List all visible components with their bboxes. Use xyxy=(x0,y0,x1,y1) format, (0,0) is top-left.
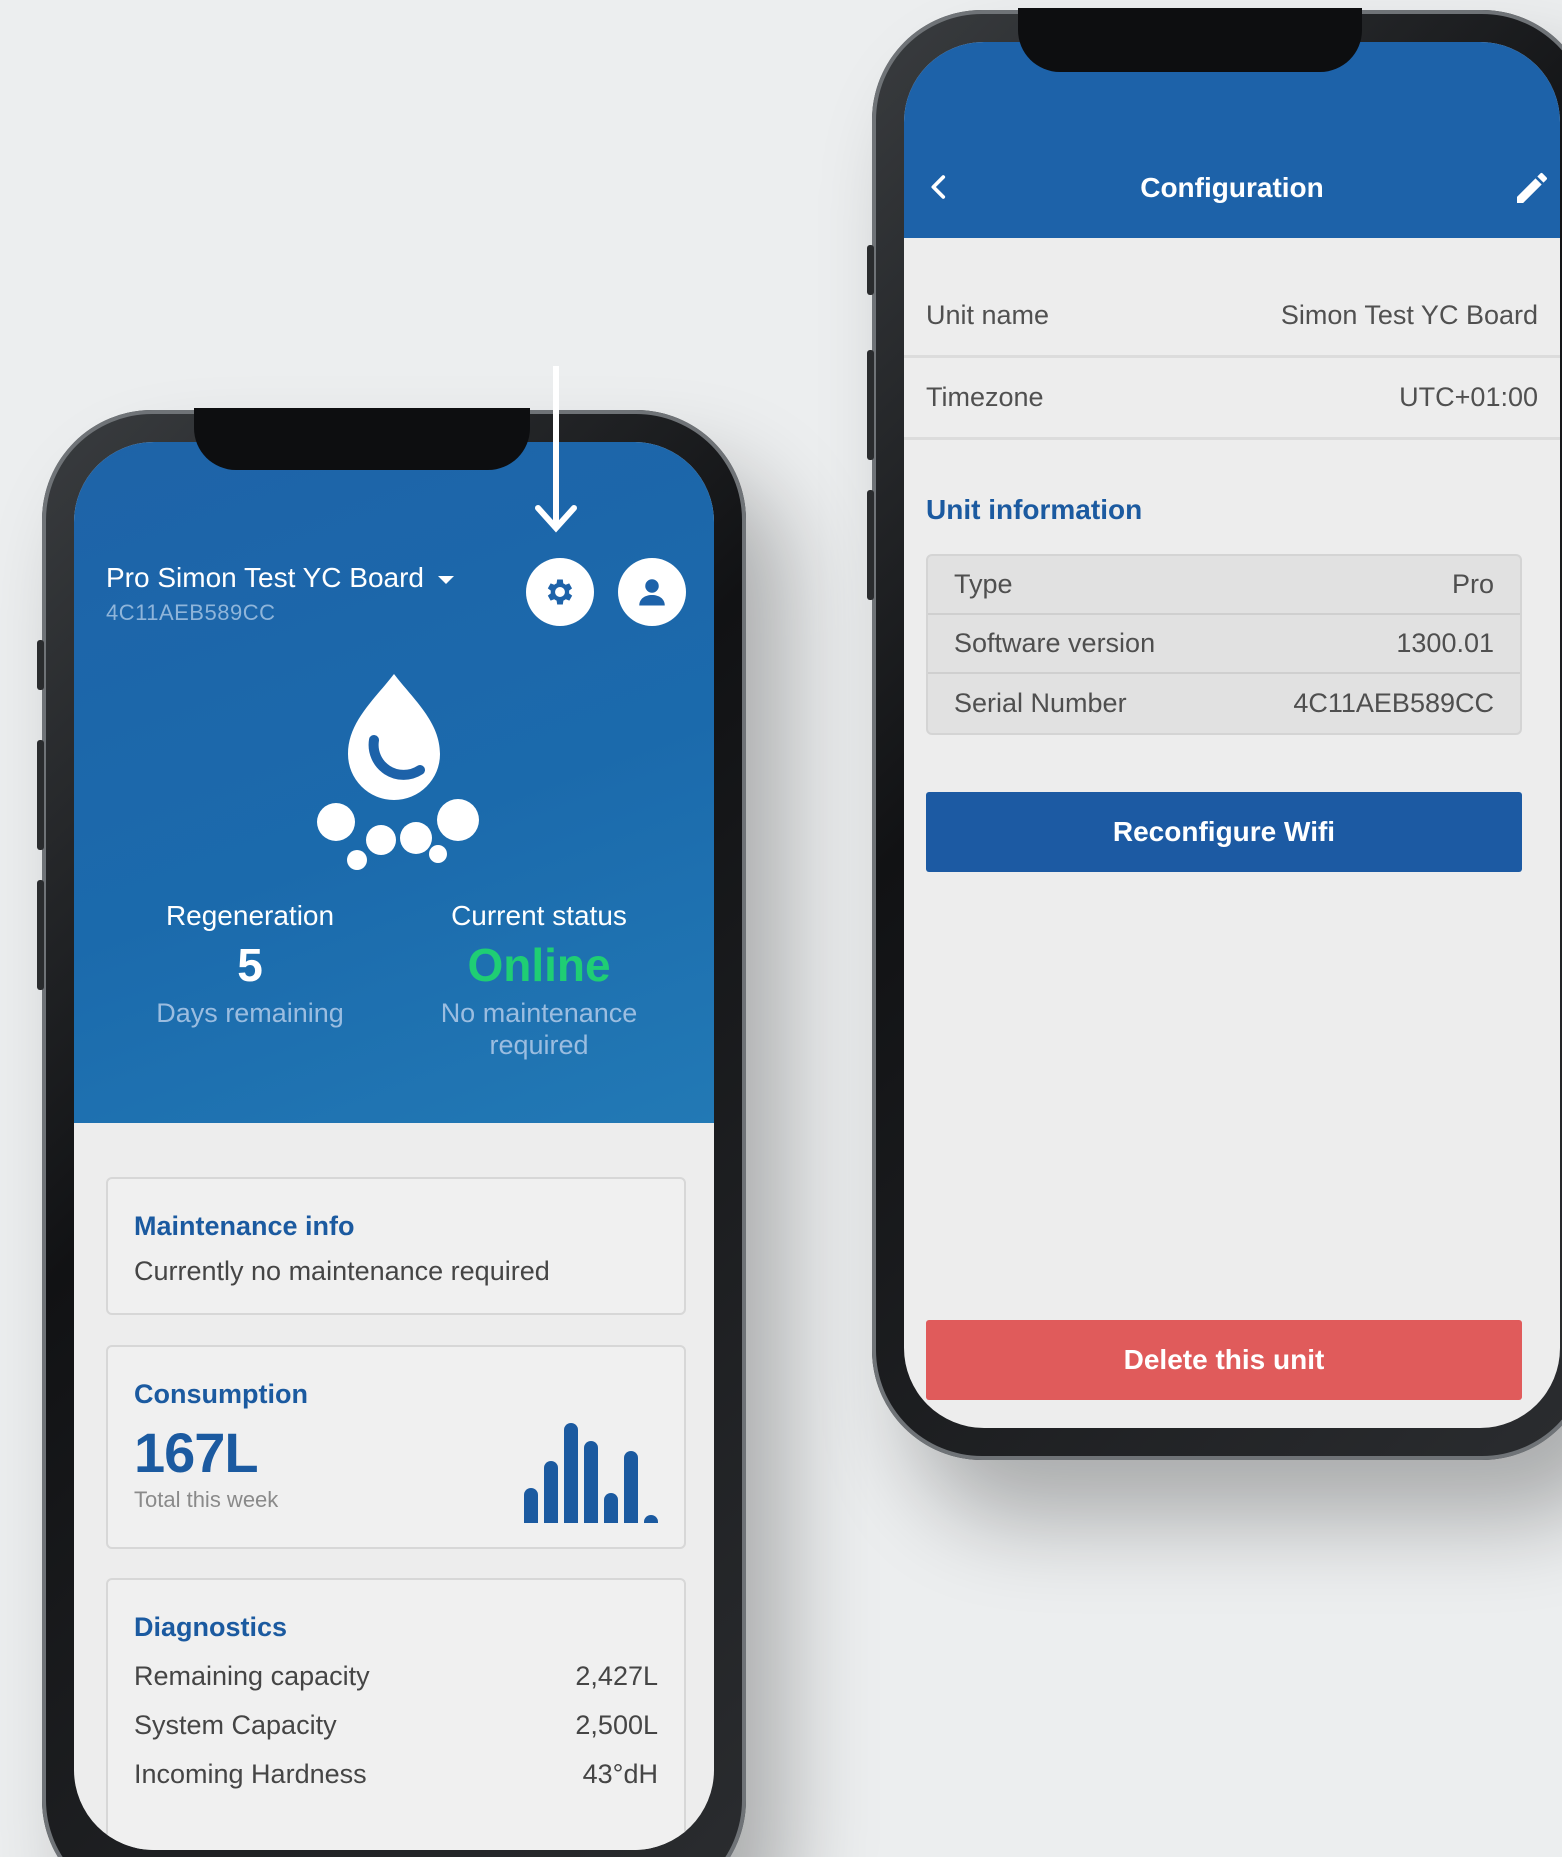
phone-configuration: Configuration Unit name Simon Test YC Bo… xyxy=(867,8,1562,1460)
info-label: Type xyxy=(954,569,1013,599)
phone-side-button xyxy=(867,490,874,600)
unit-name-row[interactable]: Unit name Simon Test YC Board xyxy=(904,276,1560,358)
consumption-bar xyxy=(544,1461,558,1523)
timezone-label: Timezone xyxy=(926,382,1044,412)
regeneration-value: 5 xyxy=(237,939,263,991)
regeneration-stat: Regeneration 5 Days remaining xyxy=(130,900,370,1029)
info-row-type: Type Pro xyxy=(928,556,1520,615)
timezone-row[interactable]: Timezone UTC+01:00 xyxy=(904,358,1560,440)
pencil-icon[interactable] xyxy=(1512,168,1552,208)
maintenance-title: Maintenance info xyxy=(134,1211,355,1241)
maintenance-text: Currently no maintenance required xyxy=(134,1256,550,1286)
consumption-bar xyxy=(644,1515,658,1523)
regeneration-label: Regeneration xyxy=(165,900,335,931)
unit-information-title: Unit information xyxy=(926,494,1143,525)
diagnostics-value: 2,500L xyxy=(575,1710,658,1740)
dashboard-screen: Pro Simon Test YC Board 4C11AEB589CC Reg… xyxy=(74,442,714,1850)
profile-button[interactable] xyxy=(618,558,686,626)
phone-side-button xyxy=(867,350,874,460)
diagnostics-label: Remaining capacity xyxy=(134,1661,370,1691)
status-sub: No maintenance required xyxy=(440,997,638,1060)
phone-side-button xyxy=(867,245,874,295)
status-label: Current status xyxy=(451,900,627,931)
phone-side-button xyxy=(37,880,44,990)
info-value: 4C11AEB589CC xyxy=(1293,688,1494,718)
delete-unit-button[interactable]: Delete this unit xyxy=(926,1320,1522,1400)
unit-serial: 4C11AEB589CC xyxy=(106,600,276,625)
info-label: Serial Number xyxy=(954,688,1127,718)
unit-information-table: Type Pro Software version 1300.01 Serial… xyxy=(926,554,1522,735)
diagnostics-row: Incoming Hardness 43°dH xyxy=(134,1759,658,1790)
phone-notch xyxy=(194,408,530,470)
unit-title: Pro Simon Test YC Board xyxy=(106,562,425,593)
consumption-bar xyxy=(524,1488,538,1523)
diagnostics-value: 43°dH xyxy=(582,1759,658,1789)
consumption-bar xyxy=(564,1423,578,1523)
reconfigure-wifi-button[interactable]: Reconfigure Wifi xyxy=(926,792,1522,872)
info-value: 1300.01 xyxy=(1396,628,1494,658)
diagnostics-row: System Capacity 2,500L xyxy=(134,1710,658,1741)
info-row-serial-number: Serial Number 4C11AEB589CC xyxy=(928,674,1520,733)
info-label: Software version xyxy=(954,628,1156,658)
phone-dashboard: Pro Simon Test YC Board 4C11AEB589CC Reg… xyxy=(37,408,746,1857)
consumption-card[interactable]: Consumption 167L Total this week xyxy=(106,1345,686,1549)
status-value: Online xyxy=(467,939,611,991)
dashboard-header: Pro Simon Test YC Board 4C11AEB589CC Reg… xyxy=(74,442,714,1123)
diagnostics-value: 2,427L xyxy=(575,1661,658,1691)
settings-button[interactable] xyxy=(526,558,594,626)
unit-name-value: Simon Test YC Board xyxy=(1280,300,1538,330)
consumption-bar xyxy=(624,1451,638,1523)
unit-selector[interactable]: Pro Simon Test YC Board xyxy=(106,562,455,594)
user-icon xyxy=(639,579,665,606)
diagnostics-label: System Capacity xyxy=(134,1710,337,1740)
diagnostics-card[interactable]: Diagnostics Remaining capacity 2,427L Sy… xyxy=(106,1578,686,1850)
phone-side-button xyxy=(37,640,44,690)
phone-side-button xyxy=(37,740,44,850)
info-row-software-version: Software version 1300.01 xyxy=(928,615,1520,674)
page-title: Configuration xyxy=(1140,172,1324,203)
gear-icon xyxy=(547,579,573,605)
regeneration-sub: Days remaining xyxy=(156,997,344,1028)
timezone-value: UTC+01:00 xyxy=(1399,382,1538,412)
phone-notch xyxy=(1018,8,1362,72)
info-value: Pro xyxy=(1451,569,1494,599)
diagnostics-row: Remaining capacity 2,427L xyxy=(134,1661,658,1692)
diagnostics-label: Incoming Hardness xyxy=(134,1759,367,1789)
configuration-screen: Configuration Unit name Simon Test YC Bo… xyxy=(904,42,1560,1428)
consumption-bar xyxy=(604,1493,618,1523)
water-drop-icon xyxy=(317,674,479,870)
diagnostics-title: Diagnostics xyxy=(134,1612,288,1642)
bar-chart-icon xyxy=(524,1423,658,1523)
maintenance-card[interactable]: Maintenance info Currently no maintenanc… xyxy=(106,1177,686,1315)
caret-down-icon xyxy=(438,575,455,584)
consumption-title: Consumption xyxy=(134,1379,308,1409)
status-stat: Current status Online No maintenance req… xyxy=(412,900,666,1061)
arrow-down-icon xyxy=(535,366,577,533)
unit-name-label: Unit name xyxy=(926,300,1050,330)
consumption-bar xyxy=(584,1441,598,1523)
